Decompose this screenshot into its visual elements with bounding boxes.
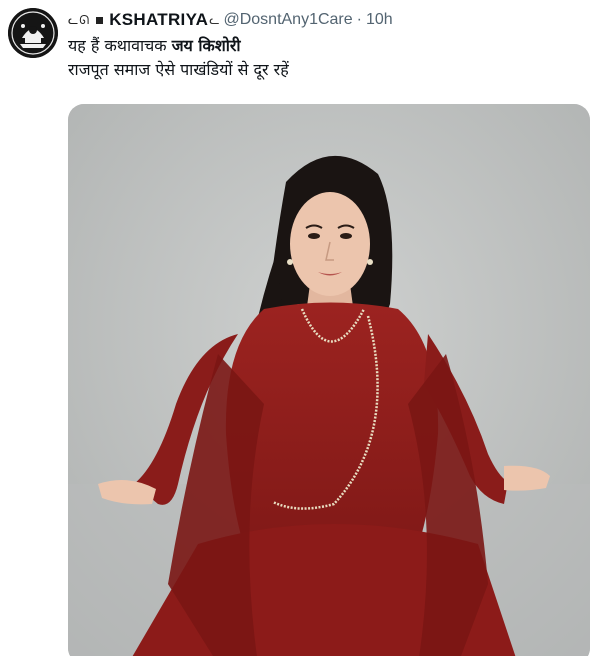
photo-icon <box>68 104 590 656</box>
emblem-avatar-icon <box>8 8 58 58</box>
tweet[interactable]: ᓚᘏ KSHATRIYA ᓚ @DosntAny1Care · 10h यह ह… <box>0 0 600 656</box>
tweet-media-photo[interactable] <box>68 104 590 656</box>
tweet-text-line-1: यह हैं कथावाचक जय किशोरी <box>68 34 289 58</box>
name-emoji-suffix: ᓚ <box>209 13 220 27</box>
tweet-text-line-1-part-2: जय किशोरी <box>171 36 241 55</box>
user-handle[interactable]: @DosntAny1Care <box>223 11 352 29</box>
separator-dot: · <box>356 11 362 28</box>
square-icon <box>96 16 104 24</box>
timestamp[interactable]: 10h <box>366 11 393 29</box>
tweet-text-line-2: राजपूत समाज ऐसे पाखंडियों से दूर रहें <box>68 60 289 79</box>
tweet-header: ᓚᘏ KSHATRIYA ᓚ @DosntAny1Care · 10h <box>68 9 393 31</box>
tweet-text: यह हैं कथावाचक जय किशोरी राजपूत समाज ऐसे… <box>68 34 289 82</box>
name-emoji-prefix: ᓚᘏ <box>68 12 91 27</box>
tweet-text-line-1-part-1: यह हैं कथावाचक <box>68 36 167 55</box>
avatar[interactable] <box>8 8 58 58</box>
display-name[interactable]: KSHATRIYA <box>109 10 208 30</box>
